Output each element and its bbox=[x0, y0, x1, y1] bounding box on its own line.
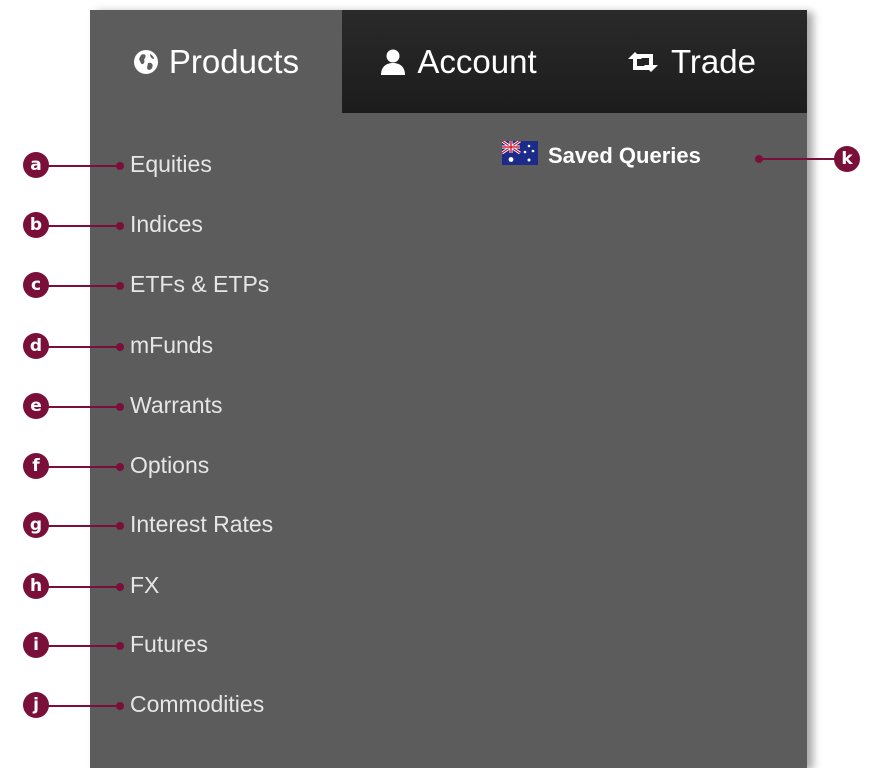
tab-trade[interactable]: Trade bbox=[574, 10, 807, 113]
menu-item-warrants[interactable]: Warrants bbox=[130, 390, 222, 420]
tab-trade-label: Trade bbox=[671, 42, 756, 80]
callout-badge-a: a bbox=[23, 152, 49, 178]
menu-item-indices[interactable]: Indices bbox=[130, 209, 203, 239]
callout-dot-i bbox=[116, 642, 124, 650]
callout-dot-e bbox=[116, 403, 124, 411]
callout-dot-a bbox=[116, 162, 124, 170]
menu-item-fx[interactable]: FX bbox=[130, 570, 159, 600]
callout-badge-f: f bbox=[23, 453, 49, 479]
menu-item-mfunds[interactable]: mFunds bbox=[130, 330, 213, 360]
callout-badge-c: c bbox=[23, 272, 49, 298]
callout-badge-k: k bbox=[834, 146, 860, 172]
callout-badge-e: e bbox=[23, 393, 49, 419]
menu-item-interest-rates[interactable]: Interest Rates bbox=[130, 509, 273, 539]
callout-badge-i: i bbox=[23, 632, 49, 658]
callout-dot-h bbox=[116, 583, 124, 591]
globe-icon bbox=[133, 49, 159, 75]
callout-badge-g: g bbox=[23, 512, 49, 538]
menu-item-commodities[interactable]: Commodities bbox=[130, 689, 264, 719]
callout-badge-d: d bbox=[23, 333, 49, 359]
saved-queries-label: Saved Queries bbox=[548, 143, 701, 168]
user-icon bbox=[379, 48, 407, 76]
menu-item-options[interactable]: Options bbox=[130, 450, 209, 480]
callout-dot-b bbox=[116, 222, 124, 230]
tab-products-label: Products bbox=[168, 42, 300, 80]
callout-badge-j: j bbox=[23, 692, 49, 718]
callout-badge-b: b bbox=[23, 212, 49, 238]
products-menu-panel: Products Account Trade Equities Indices bbox=[90, 10, 807, 768]
callout-dot-j bbox=[116, 702, 124, 710]
callout-dot-g bbox=[116, 522, 124, 530]
retweet-icon bbox=[625, 50, 661, 74]
menu-item-futures[interactable]: Futures bbox=[130, 629, 208, 659]
tab-account[interactable]: Account bbox=[342, 10, 574, 113]
tab-account-label: Account bbox=[417, 42, 537, 80]
callout-badge-h: h bbox=[23, 573, 49, 599]
menu-item-etfs-etps[interactable]: ETFs & ETPs bbox=[130, 269, 269, 299]
top-tab-bar: Products Account Trade bbox=[90, 10, 807, 113]
australia-flag-icon bbox=[501, 139, 538, 171]
tab-products[interactable]: Products bbox=[90, 10, 342, 113]
callout-dot-d bbox=[116, 343, 124, 351]
callout-dot-f bbox=[116, 463, 124, 471]
menu-item-equities[interactable]: Equities bbox=[130, 149, 212, 179]
callout-dot-c bbox=[116, 282, 124, 290]
callout-dot-k bbox=[755, 155, 763, 163]
callout-line-k bbox=[760, 158, 842, 160]
saved-queries-link[interactable]: Saved Queries bbox=[501, 139, 701, 171]
